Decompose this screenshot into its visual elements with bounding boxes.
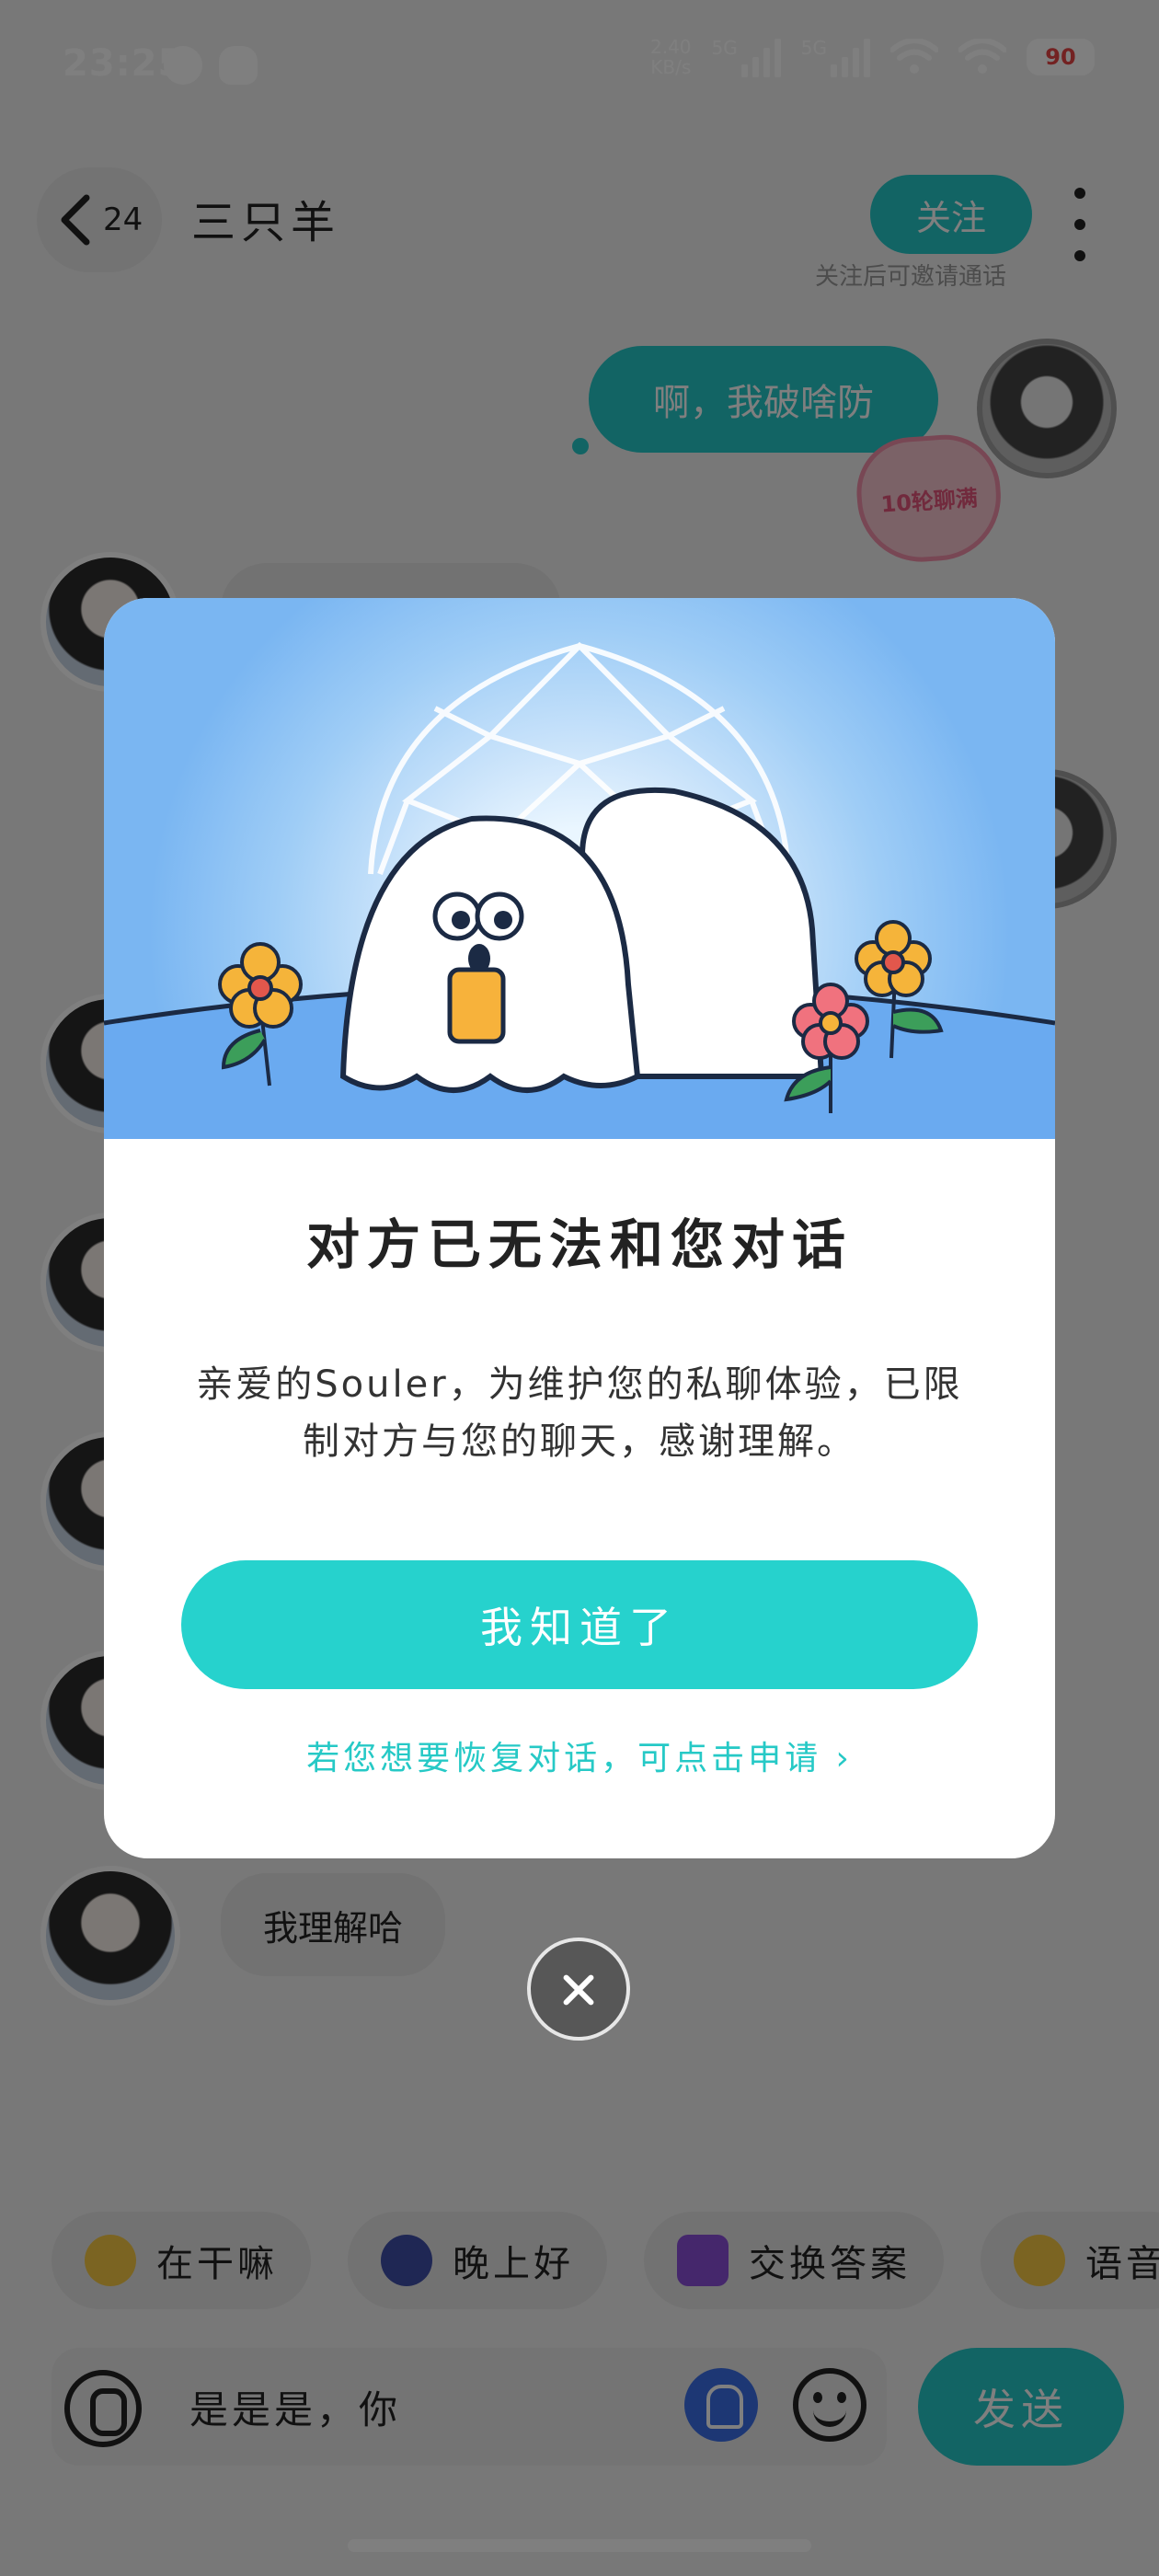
- modal-title: 对方已无法和您对话: [305, 1213, 853, 1276]
- ghost-illustration: [104, 641, 1055, 1139]
- modal-illustration: [104, 598, 1055, 1139]
- restore-chat-link[interactable]: 若您想要恢复对话，可点击申请 ›: [104, 1731, 1055, 1779]
- modal-description: 亲爱的Souler，为维护您的私聊体验，已限制对方与您的聊天，感谢理解。: [196, 1363, 963, 1463]
- chat-restricted-modal: 对方已无法和您对话 亲爱的Souler，为维护您的私聊体验，已限制对方与您的聊天…: [104, 598, 1055, 1858]
- acknowledge-button[interactable]: 我知道了: [181, 1560, 978, 1689]
- close-modal-icon[interactable]: [527, 1938, 630, 2041]
